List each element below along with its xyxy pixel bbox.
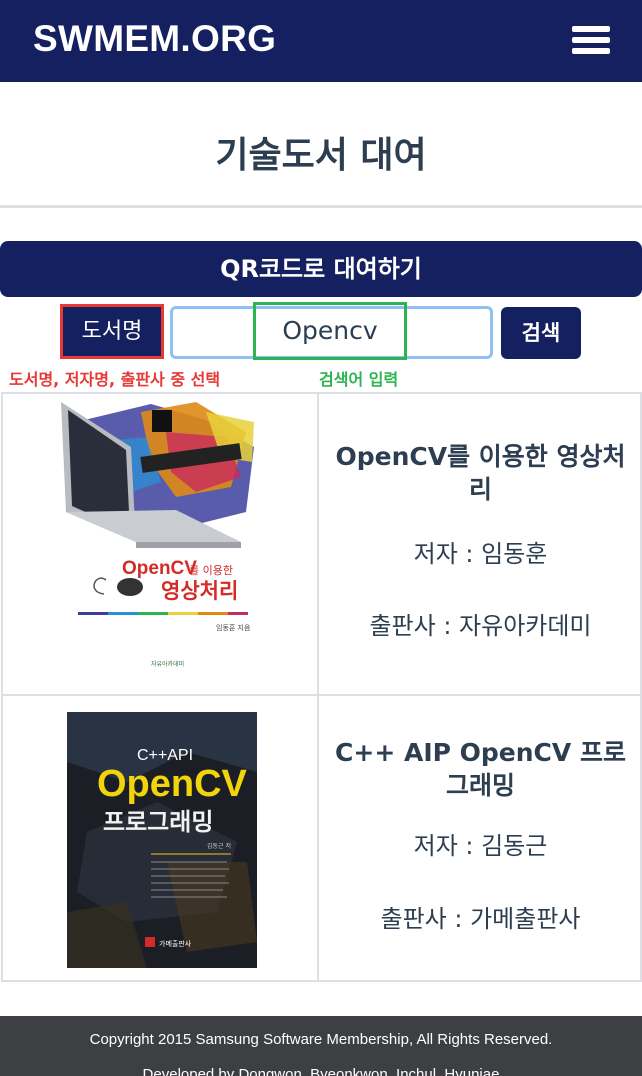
search-type-select[interactable]: 도서명 — [60, 304, 164, 359]
book-table: OpenCV 를 이용한 영상처리 임동훈 지음 자유아카데미 OpenCV를 … — [1, 392, 642, 982]
book-publisher: 출판사 : 가메출판사 — [380, 905, 581, 933]
table-row[interactable]: C++API OpenCV 프로그래밍 김동근 저 가메출판사 C++ AIP … — [1, 694, 642, 982]
qr-rent-button[interactable]: QR코드로 대여하기 — [0, 241, 642, 297]
cover-top-line: C++API — [137, 747, 193, 764]
cover-title-line1: OpenCV — [97, 763, 248, 805]
navbar: SWMEM.ORG — [0, 0, 642, 82]
search-type-hint: 도서명, 저자명, 출판사 중 선택 — [9, 370, 221, 389]
search-button[interactable]: 검색 — [501, 307, 581, 359]
book-cover-cell: C++API OpenCV 프로그래밍 김동근 저 가메출판사 — [1, 696, 319, 980]
footer-copyright: Copyright 2015 Samsung Software Membersh… — [89, 1031, 553, 1048]
table-row[interactable]: OpenCV 를 이용한 영상처리 임동훈 지음 자유아카데미 OpenCV를 … — [1, 392, 642, 694]
cover-author: 김동근 저 — [207, 842, 231, 850]
book-info-cell: OpenCV를 이용한 영상처리 저자 : 임동훈 출판사 : 자유아카데미 — [319, 394, 642, 694]
book-cover-art: OpenCV 를 이용한 영상처리 임동훈 지음 자유아카데미 — [56, 402, 256, 670]
footer-developers: Developed by Dongwon, Byeonkwon, Inchul,… — [142, 1066, 500, 1076]
book-title[interactable]: C++ AIP OpenCV 프로그래밍 — [325, 736, 636, 802]
cover-title-line1: OpenCV — [122, 558, 197, 579]
book-title[interactable]: OpenCV를 이용한 영상처리 — [325, 440, 636, 506]
hamburger-menu-icon[interactable] — [572, 26, 610, 56]
page-title: 기술도서 대여 — [215, 135, 427, 176]
cover-publisher: 가메출판사 — [159, 939, 192, 948]
search-input-value[interactable]: Opencv — [256, 305, 404, 357]
cover-title-line2: 프로그래밍 — [103, 808, 213, 836]
cover-author: 임동훈 지음 — [216, 623, 251, 632]
cover-publisher: 자유아카데미 — [151, 660, 184, 668]
cover-title-suffix: 를 이용한 — [189, 564, 233, 577]
book-publisher: 출판사 : 자유아카데미 — [369, 612, 592, 640]
book-cover-art: C++API OpenCV 프로그래밍 김동근 저 가메출판사 — [67, 712, 257, 968]
book-cover-image[interactable]: OpenCV 를 이용한 영상처리 임동훈 지음 자유아카데미 — [56, 402, 256, 670]
cover-title-line2: 영상처리 — [161, 579, 238, 603]
footer: Copyright 2015 Samsung Software Membersh… — [0, 1016, 642, 1076]
book-cover-cell: OpenCV 를 이용한 영상처리 임동훈 지음 자유아카데미 — [1, 394, 319, 694]
search-input-hint: 검색어 입력 — [319, 370, 399, 389]
book-cover-image[interactable]: C++API OpenCV 프로그래밍 김동근 저 가메출판사 — [67, 712, 257, 968]
brand-logo[interactable]: SWMEM.ORG — [33, 18, 276, 60]
book-author: 저자 : 김동근 — [413, 832, 548, 860]
book-info-cell: C++ AIP OpenCV 프로그래밍 저자 : 김동근 출판사 : 가메출판… — [319, 696, 642, 980]
divider — [0, 205, 642, 208]
book-author: 저자 : 임동훈 — [413, 540, 548, 568]
